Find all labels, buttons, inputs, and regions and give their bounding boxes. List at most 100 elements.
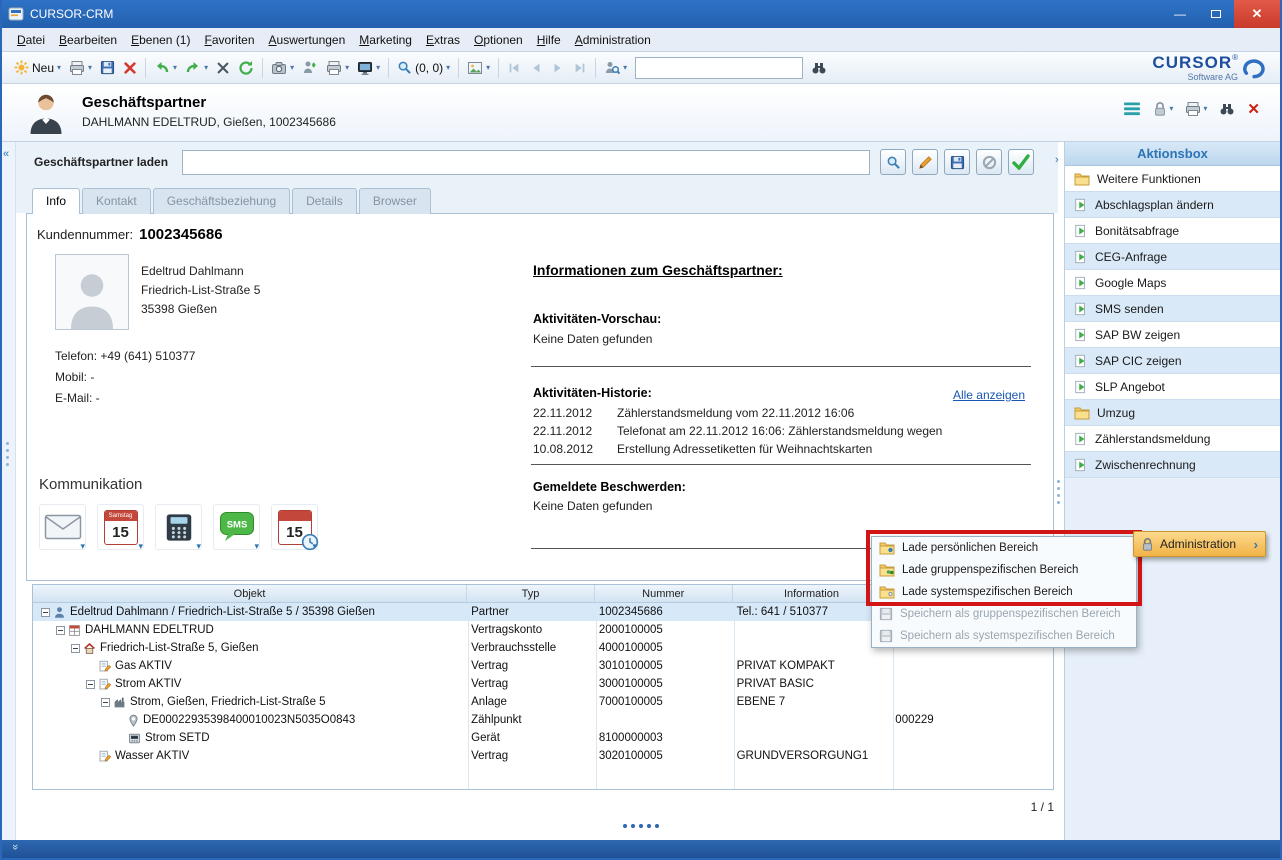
tab-geschaeftsbeziehung[interactable]: Geschäftsbeziehung (153, 188, 290, 214)
phone-button[interactable]: ▾ (155, 504, 202, 550)
menu-item-lade-gruppenspezifischen-bereich[interactable]: Lade gruppenspezifischen Bereich (872, 559, 1136, 581)
menu-item-lade-persoenlichen-bereich[interactable]: Lade persönlichen Bereich (872, 537, 1136, 559)
tree-row-vertrag[interactable]: Gas AKTIVVertrag3010100005PRIVAT KOMPAKT (33, 657, 1053, 675)
menu-extras[interactable]: Extras (419, 29, 467, 51)
collapse-toggle[interactable] (86, 680, 95, 689)
header-search-button[interactable] (1219, 101, 1235, 117)
close-button[interactable]: ✕ (1234, 0, 1280, 28)
person-transfer-button[interactable] (298, 58, 322, 78)
tree-row-vertrag[interactable]: Wasser AKTIVVertrag3020100005GRUNDVERSOR… (33, 747, 1053, 765)
aktionsbox-item-zwischenrechnung[interactable]: Zwischenrechnung (1065, 452, 1280, 478)
collapse-toggle[interactable] (41, 608, 50, 617)
save-button[interactable] (96, 58, 119, 77)
contract-icon (98, 678, 111, 691)
collapse-toggle[interactable] (101, 698, 110, 707)
menu-item-lade-systemspezifischen-bereich[interactable]: Lade systemspezifischen Bereich (872, 581, 1136, 603)
aktionsbox-item-abschlagsplan-aendern[interactable]: Abschlagsplan ändern (1065, 192, 1280, 218)
collapse-toggle[interactable] (56, 626, 65, 635)
undo-button[interactable]: ▾ (150, 58, 181, 78)
menu-marketing[interactable]: Marketing (352, 29, 419, 51)
aktionsbox-item-sap-bw-zeigen[interactable]: SAP BW zeigen (1065, 322, 1280, 348)
aktionsbox-item-ceg-anfrage[interactable]: CEG-Anfrage (1065, 244, 1280, 270)
header-print-button[interactable]: ▾ (1185, 101, 1207, 117)
aktionsbox-item-bonitaetsabfrage[interactable]: Bonitätsabfrage (1065, 218, 1280, 244)
maximize-button[interactable] (1198, 0, 1234, 28)
tab-details[interactable]: Details (292, 188, 357, 214)
tab-browser[interactable]: Browser (359, 188, 431, 214)
aktionsbox-item-umzug[interactable]: Umzug (1065, 400, 1280, 426)
menu-administration[interactable]: Administration (568, 29, 658, 51)
aktionsbox-item-sap-cic-zeigen[interactable]: SAP CIC zeigen (1065, 348, 1280, 374)
print-list-button[interactable]: ▾ (322, 58, 353, 78)
redo-button[interactable]: ▾ (181, 58, 212, 78)
binoculars-icon (811, 60, 827, 76)
toolbar-separator (262, 58, 263, 78)
tree-row-geraet[interactable]: Strom SETDGerät8100000003 (33, 729, 1053, 747)
menu-bearbeiten[interactable]: Bearbeiten (52, 29, 124, 51)
calendar-button[interactable]: Samstag15▾ (97, 504, 144, 550)
nav-prev-button[interactable] (525, 59, 547, 77)
menu-favoriten[interactable]: Favoriten (197, 29, 261, 51)
close-record-button[interactable]: ✕ (1247, 100, 1260, 118)
delete-button[interactable] (119, 59, 141, 77)
aktionsbox-item-weitere-funktionen[interactable]: Weitere Funktionen (1065, 166, 1280, 192)
snapshot-button[interactable]: ▾ (267, 58, 298, 78)
bottom-statusbar: » (2, 840, 1280, 858)
tree-row-label: DAHLMANN EDELTRUD (85, 624, 214, 636)
cancel-button[interactable] (212, 59, 234, 77)
menu-datei[interactable]: Datei (10, 29, 52, 51)
quicksearch-input[interactable] (635, 57, 803, 79)
sms-button[interactable]: SMS▾ (213, 504, 260, 550)
print-button[interactable]: ▾ (65, 58, 96, 78)
tree-row-vertrag[interactable]: Strom AKTIVVertrag3000100005PRIVAT BASIC (33, 675, 1053, 693)
confirm-button[interactable] (1008, 149, 1034, 175)
menu-auswertungen[interactable]: Auswertungen (262, 29, 353, 51)
right-splitter[interactable]: › (1054, 142, 1064, 840)
image-button[interactable]: ▾ (463, 58, 494, 78)
alle-anzeigen-link[interactable]: Alle anzeigen (953, 388, 1025, 402)
list-view-button[interactable] (1123, 102, 1141, 116)
column-header-typ[interactable]: Typ (467, 585, 595, 602)
tree-row-anlage[interactable]: Strom, Gießen, Friedrich-List-Straße 5An… (33, 693, 1053, 711)
lock-button[interactable]: ▾ (1153, 101, 1173, 117)
cancel-edit-button[interactable] (976, 149, 1002, 175)
person-search-button[interactable]: ▾ (600, 58, 631, 78)
administration-button[interactable]: Administration › (1133, 531, 1266, 557)
left-collapse-strip[interactable]: « (2, 142, 16, 840)
search-button[interactable] (880, 149, 906, 175)
appointment-button[interactable]: 15▾ (271, 504, 318, 550)
email-button[interactable]: ▾ (39, 504, 86, 550)
edit-button[interactable] (912, 149, 938, 175)
aktionsbox-item-slp-angebot[interactable]: SLP Angebot (1065, 374, 1280, 400)
tree-row-zaehlpunkt[interactable]: DE00022935398400010023N5035O0843Zählpunk… (33, 711, 1053, 729)
monitor-button[interactable]: ▾ (353, 58, 384, 78)
collapse-toggle[interactable] (71, 644, 80, 653)
column-header-information[interactable]: Information (733, 585, 892, 602)
position-indicator[interactable]: (0, 0)▾ (393, 58, 454, 77)
save-record-button[interactable] (944, 149, 970, 175)
loader-input[interactable] (182, 150, 870, 175)
cell-objekt: Gas AKTIV (33, 657, 467, 675)
column-header-nummer[interactable]: Nummer (595, 585, 733, 602)
new-button[interactable]: Neu▾ (10, 58, 65, 77)
aktionsbox-item-sms-senden[interactable]: SMS senden (1065, 296, 1280, 322)
minimize-button[interactable]: — (1162, 0, 1198, 28)
kundennummer-label: Kundennummer: (37, 227, 133, 242)
menu-optionen[interactable]: Optionen (467, 29, 530, 51)
aktionsbox-item-google-maps[interactable]: Google Maps (1065, 270, 1280, 296)
refresh-icon (238, 60, 254, 76)
partner-address: Edeltrud Dahlmann Friedrich-List-Straße … (141, 262, 260, 319)
column-header-objekt[interactable]: Objekt (33, 585, 467, 602)
nav-first-button[interactable] (503, 59, 525, 77)
aktionsbox-item-zaehlerstandsmeldung[interactable]: Zählerstandsmeldung (1065, 426, 1280, 452)
find-button[interactable] (807, 58, 831, 78)
nav-next-button[interactable] (547, 59, 569, 77)
menu-hilfe[interactable]: Hilfe (530, 29, 568, 51)
page-title: Geschäftspartner (82, 94, 206, 111)
refresh-button[interactable] (234, 58, 258, 78)
tab-info[interactable]: Info (32, 188, 80, 214)
nav-last-button[interactable] (569, 59, 591, 77)
tab-kontakt[interactable]: Kontakt (82, 188, 151, 214)
menu-ebenen-1[interactable]: Ebenen (1) (124, 29, 197, 51)
cell-nummer: 3020100005 (595, 747, 733, 765)
